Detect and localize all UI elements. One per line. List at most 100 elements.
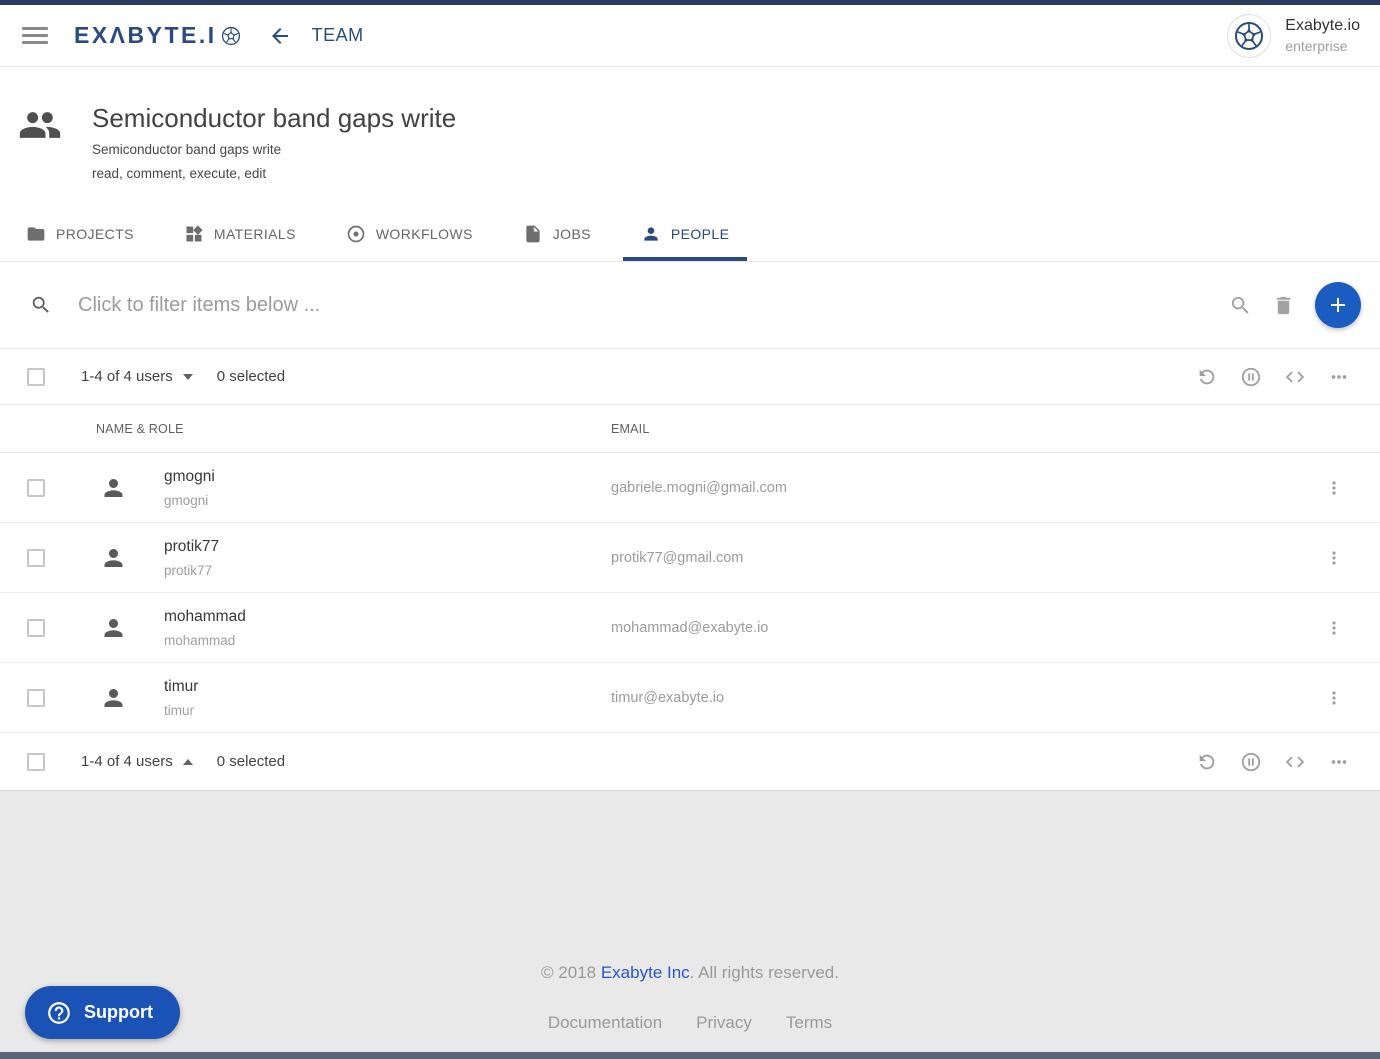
help-icon — [46, 1000, 72, 1026]
footer-link[interactable]: Privacy — [696, 1013, 752, 1033]
window-bottom-strip — [0, 1052, 1380, 1059]
support-label: Support — [84, 1002, 153, 1023]
account-info[interactable]: Exabyte.io enterprise — [1285, 17, 1360, 54]
list-toolbar-bottom: 1-4 of 4 users 0 selected — [0, 733, 1380, 791]
table-header: NAME & ROLE EMAIL — [0, 405, 1380, 453]
tab-jobs[interactable]: JOBS — [505, 206, 609, 261]
list-toolbar-top: 1-4 of 4 users 0 selected — [0, 349, 1380, 405]
footer-area: © 2018 Exabyte Inc. All rights reserved.… — [0, 791, 1380, 1053]
select-all-checkbox[interactable] — [27, 753, 45, 771]
team-title: Semiconductor band gaps write — [92, 103, 456, 133]
tab-materials[interactable]: MATERIALS — [166, 206, 314, 261]
exabyte-logo[interactable]: EXΛBYTE.I — [74, 22, 242, 49]
table-row[interactable]: gmogni gmogni gabriele.mogni@gmail.com — [0, 453, 1380, 523]
pause-icon[interactable] — [1240, 366, 1262, 388]
tab-people[interactable]: PEOPLE — [623, 206, 747, 261]
plus-icon — [1326, 293, 1350, 317]
user-email: gabriele.mogni@gmail.com — [611, 480, 787, 496]
target-icon — [346, 224, 366, 244]
kebab-menu-icon[interactable] — [1324, 478, 1344, 498]
row-checkbox[interactable] — [27, 689, 45, 707]
user-name-block: protik77 protik77 — [164, 538, 219, 578]
pagination-range[interactable]: 1-4 of 4 users — [81, 753, 173, 770]
row-checkbox[interactable] — [27, 549, 45, 567]
support-button[interactable]: Support — [25, 986, 180, 1039]
copyright-suffix: . All rights reserved. — [690, 963, 839, 982]
app-header: EXΛBYTE.I TEAM Exabyte.io enterprise — [0, 5, 1380, 67]
refresh-icon[interactable] — [1196, 751, 1218, 773]
kebab-menu-icon[interactable] — [1324, 688, 1344, 708]
fullerene-ball-icon — [220, 25, 242, 47]
pause-icon[interactable] — [1240, 751, 1262, 773]
folder-icon — [26, 224, 46, 244]
group-people-icon — [14, 103, 66, 147]
person-icon — [641, 224, 661, 244]
user-role: gmogni — [164, 493, 215, 508]
code-icon[interactable] — [1284, 366, 1306, 388]
filter-input[interactable] — [78, 294, 1229, 317]
more-horiz-icon[interactable] — [1328, 366, 1350, 388]
kebab-menu-icon[interactable] — [1324, 548, 1344, 568]
user-name-block: mohammad mohammad — [164, 608, 246, 648]
pagination-range[interactable]: 1-4 of 4 users — [81, 368, 173, 385]
user-role: timur — [164, 703, 198, 718]
row-checkbox[interactable] — [27, 479, 45, 497]
selected-count: 0 selected — [217, 753, 285, 770]
tab-label: PROJECTS — [56, 226, 134, 242]
user-email: mohammad@exabyte.io — [611, 620, 768, 636]
team-subtitle: Semiconductor band gaps write — [92, 142, 456, 157]
add-user-button[interactable] — [1315, 282, 1361, 328]
team-title-section: Semiconductor band gaps write Semiconduc… — [0, 67, 1380, 206]
widgets-icon — [184, 224, 204, 244]
column-header-name-role[interactable]: NAME & ROLE — [96, 422, 184, 436]
hamburger-menu-icon[interactable] — [22, 23, 48, 48]
refresh-icon[interactable] — [1196, 366, 1218, 388]
person-icon — [100, 544, 127, 571]
user-name: gmogni — [164, 468, 215, 486]
filter-bar — [0, 262, 1380, 349]
footer-link[interactable]: Documentation — [548, 1013, 662, 1033]
tab-workflows[interactable]: WORKFLOWS — [328, 206, 491, 261]
person-icon — [100, 474, 127, 501]
person-icon — [100, 614, 127, 641]
logo-text: EXΛBYTE.I — [74, 22, 217, 49]
delete-icon[interactable] — [1272, 294, 1295, 317]
row-checkbox[interactable] — [27, 619, 45, 637]
caret-up-icon[interactable] — [183, 759, 193, 765]
more-horiz-icon[interactable] — [1328, 751, 1350, 773]
user-role: mohammad — [164, 633, 246, 648]
user-name-block: gmogni gmogni — [164, 468, 215, 508]
copyright: © 2018 Exabyte Inc. All rights reserved. — [0, 963, 1380, 983]
team-permissions: read, comment, execute, edit — [92, 166, 456, 181]
table-row[interactable]: mohammad mohammad mohammad@exabyte.io — [0, 593, 1380, 663]
footer-link[interactable]: Terms — [786, 1013, 832, 1033]
tab-label: WORKFLOWS — [376, 226, 473, 242]
user-name-block: timur timur — [164, 678, 198, 718]
code-icon[interactable] — [1284, 751, 1306, 773]
tab-label: MATERIALS — [214, 226, 296, 242]
tab-label: JOBS — [553, 226, 591, 242]
fullerene-ball-icon — [1232, 19, 1266, 53]
account-avatar[interactable] — [1227, 14, 1271, 58]
column-header-email[interactable]: EMAIL — [611, 422, 650, 436]
user-email: protik77@gmail.com — [611, 550, 743, 566]
company-link[interactable]: Exabyte Inc — [601, 963, 690, 982]
select-all-checkbox[interactable] — [27, 368, 45, 386]
tab-projects[interactable]: PROJECTS — [8, 206, 152, 261]
search-toggle-icon[interactable] — [1229, 294, 1252, 317]
table-row[interactable]: timur timur timur@exabyte.io — [0, 663, 1380, 733]
tab-label: PEOPLE — [671, 226, 729, 242]
caret-down-icon[interactable] — [183, 374, 193, 380]
kebab-menu-icon[interactable] — [1324, 618, 1344, 638]
account-tier: enterprise — [1285, 38, 1360, 54]
user-role: protik77 — [164, 563, 219, 578]
back-arrow-icon[interactable] — [268, 24, 292, 48]
search-icon — [30, 294, 52, 316]
footer-links: Documentation Privacy Terms — [0, 1013, 1380, 1033]
copyright-prefix: © 2018 — [541, 963, 601, 982]
page-breadcrumb: TEAM — [312, 25, 364, 46]
table-row[interactable]: protik77 protik77 protik77@gmail.com — [0, 523, 1380, 593]
person-icon — [100, 684, 127, 711]
user-name: protik77 — [164, 538, 219, 556]
file-icon — [523, 224, 543, 244]
